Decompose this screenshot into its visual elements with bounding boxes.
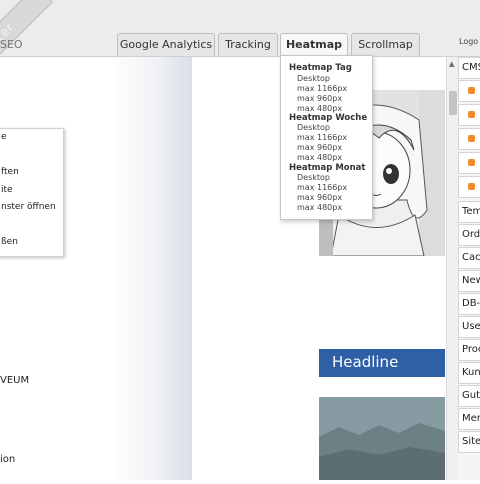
- tab-label: Google Analytics: [119, 38, 213, 51]
- tab-tracking[interactable]: Tracking: [218, 33, 278, 56]
- tab-label: Heatmap: [285, 38, 343, 51]
- top-bar: ter SEO Google Analytics Tracking Heatma…: [0, 0, 480, 68]
- tab-label: Scrollmap: [358, 38, 413, 51]
- panel-icon-button[interactable]: [458, 176, 480, 198]
- content-headline: Headline: [319, 349, 445, 377]
- heatmap-option[interactable]: Desktop: [297, 74, 330, 83]
- context-menu-item[interactable]: [0, 147, 63, 165]
- heatmap-option[interactable]: max 480px: [297, 203, 342, 212]
- heatmap-option[interactable]: max 960px: [297, 143, 342, 152]
- heatmap-group-title: Heatmap Tag: [289, 63, 352, 73]
- headline-text: Headline: [332, 353, 399, 371]
- context-menu-item[interactable]: e: [0, 129, 63, 147]
- heatmap-option[interactable]: Desktop: [297, 123, 330, 132]
- rss-icon: [468, 135, 475, 142]
- context-menu-item[interactable]: ßen: [0, 234, 63, 252]
- context-menu: e ften ite nster öffnen ßen: [0, 128, 64, 257]
- panel-icon-button[interactable]: [458, 152, 480, 174]
- heatmap-group-title: Heatmap Monat: [289, 163, 366, 173]
- panel-item[interactable]: New: [458, 270, 480, 292]
- left-text-line: VEUM: [0, 375, 30, 386]
- heatmap-option[interactable]: max 1166px: [297, 183, 347, 192]
- corner-ribbon: ter: [0, 0, 54, 68]
- panel-item[interactable]: Kun: [458, 362, 480, 384]
- scroll-up-arrow-icon[interactable]: ▲: [449, 60, 454, 68]
- landscape-photo: [319, 397, 445, 480]
- context-menu-item[interactable]: ite: [0, 182, 63, 200]
- tab-google-analytics[interactable]: Google Analytics: [117, 33, 215, 56]
- context-menu-item[interactable]: [0, 217, 63, 235]
- tab-scrollmap[interactable]: Scrollmap: [351, 33, 420, 56]
- heatmap-option[interactable]: Desktop: [297, 173, 330, 182]
- admin-side-panel: CMS Tem Ord Cac New DB- Use Proc Kun Gut…: [458, 57, 480, 480]
- tab-heatmap[interactable]: Heatmap: [280, 33, 348, 57]
- rss-icon: [468, 159, 475, 166]
- seo-label: SEO: [0, 38, 23, 51]
- context-menu-item[interactable]: nster öffnen: [0, 199, 63, 217]
- rss-icon: [468, 183, 475, 190]
- panel-icon-button[interactable]: [458, 80, 480, 102]
- context-menu-item[interactable]: ften: [0, 164, 63, 182]
- panel-item[interactable]: Cac: [458, 247, 480, 269]
- panel-item[interactable]: Gut: [458, 385, 480, 407]
- scroll-thumb[interactable]: [449, 91, 457, 115]
- left-text-line: ion: [0, 454, 16, 465]
- logout-link[interactable]: Logo: [459, 37, 478, 46]
- heatmap-dropdown-menu: Heatmap Tag Desktop max 1166px max 960px…: [280, 55, 373, 220]
- heatmap-option[interactable]: max 480px: [297, 153, 342, 162]
- panel-icon-button[interactable]: [458, 104, 480, 126]
- panel-item[interactable]: Mer: [458, 408, 480, 430]
- panel-item[interactable]: DB-: [458, 293, 480, 315]
- heatmap-group-title: Heatmap Woche: [289, 113, 368, 123]
- tab-label: Tracking: [225, 38, 271, 51]
- panel-item[interactable]: Use: [458, 316, 480, 338]
- panel-icon-button[interactable]: [458, 128, 480, 150]
- heatmap-option[interactable]: max 960px: [297, 193, 342, 202]
- gradient-panel: [110, 57, 192, 480]
- heatmap-option[interactable]: max 960px: [297, 94, 342, 103]
- rss-icon: [468, 87, 475, 94]
- panel-item[interactable]: Proc: [458, 339, 480, 361]
- heatmap-option[interactable]: max 1166px: [297, 133, 347, 142]
- panel-item[interactable]: Tem: [458, 201, 480, 223]
- heatmap-option[interactable]: max 1166px: [297, 84, 347, 93]
- rss-icon: [468, 111, 475, 118]
- panel-item[interactable]: Ord: [458, 224, 480, 246]
- panel-item[interactable]: Site: [458, 431, 480, 453]
- heatmap-option[interactable]: max 480px: [297, 104, 342, 113]
- panel-item-cms[interactable]: CMS: [458, 57, 480, 79]
